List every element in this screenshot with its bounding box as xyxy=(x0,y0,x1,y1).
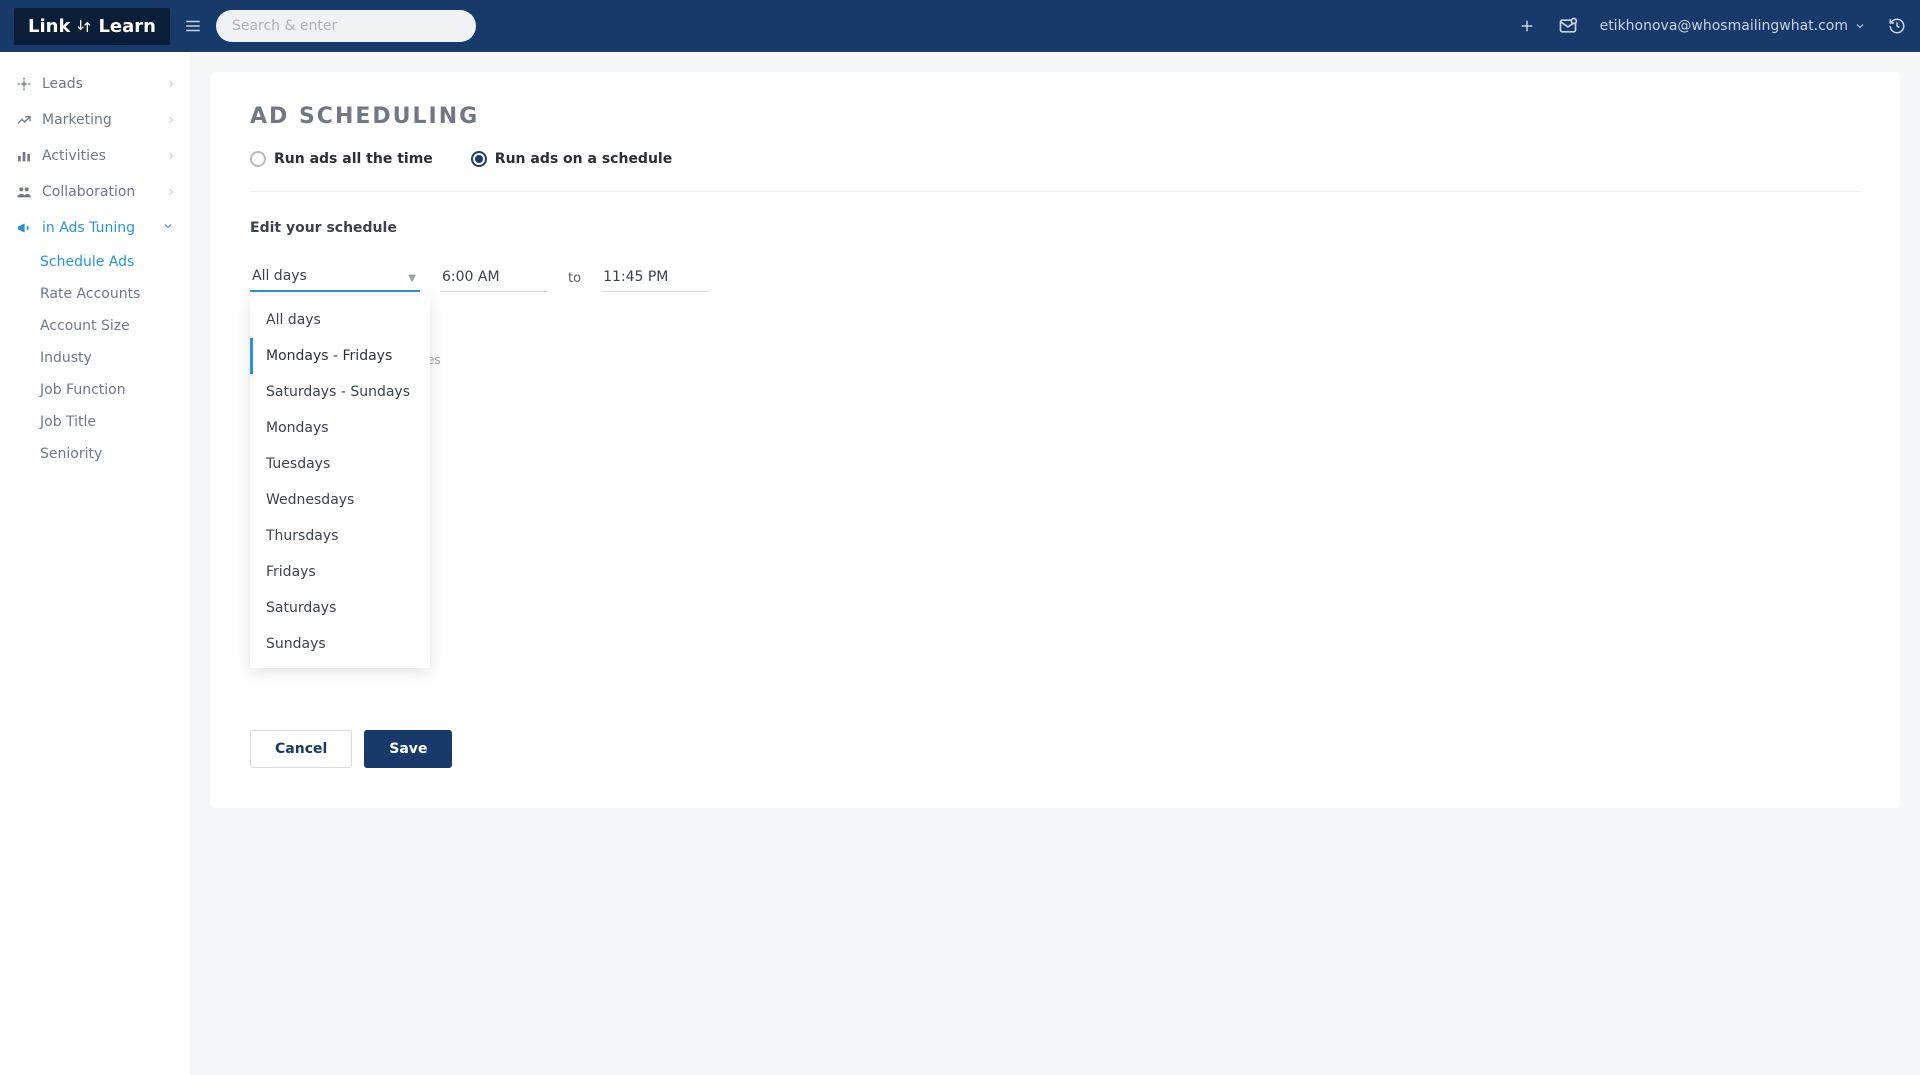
dropdown-option[interactable]: Tuesdays xyxy=(250,446,430,482)
days-dropdown: All days Mondays - Fridays Saturdays - S… xyxy=(250,296,430,668)
radio-label: Run ads all the time xyxy=(274,151,433,167)
sidebar-item-label: Leads xyxy=(42,76,83,92)
brand-part1: Link xyxy=(28,16,70,37)
sidebar-sub-job-function[interactable]: Job Function xyxy=(0,374,190,406)
user-menu[interactable]: etikhonova@whosmailingwhat.com xyxy=(1600,18,1866,34)
time-to-input[interactable] xyxy=(601,265,709,292)
mail-icon[interactable] xyxy=(1558,16,1578,36)
to-label: to xyxy=(568,271,581,292)
sidebar-item-collaboration[interactable]: Collaboration › xyxy=(0,174,190,210)
chevron-right-icon: › xyxy=(168,76,174,92)
megaphone-icon xyxy=(16,220,32,236)
hint-line: ou changed and adds new ones xyxy=(250,351,1860,370)
move-icon xyxy=(16,76,32,92)
brand-logo[interactable]: Link Learn xyxy=(14,8,170,45)
chevron-right-icon: › xyxy=(168,112,174,128)
chevron-down-icon xyxy=(1854,20,1866,32)
sidebar-sub-rate-accounts[interactable]: Rate Accounts xyxy=(0,278,190,310)
chevron-right-icon: › xyxy=(168,148,174,164)
chart-line-icon xyxy=(16,112,32,128)
hint-line: T-05:00) Eastern Time xyxy=(250,332,1860,351)
sidebar-item-label: in Ads Tuning xyxy=(42,220,135,236)
topbar-right: etikhonova@whosmailingwhat.com xyxy=(1518,16,1906,36)
dropdown-option[interactable]: Mondays xyxy=(250,410,430,446)
brand-part2: Learn xyxy=(98,16,156,37)
sidebar-item-label: Collaboration xyxy=(42,184,135,200)
dropdown-option[interactable]: Wednesdays xyxy=(250,482,430,518)
sidebar-sub-seniority[interactable]: Seniority xyxy=(0,438,190,470)
sidebar-sub-job-title[interactable]: Job Title xyxy=(0,406,190,438)
sidebar-sub-schedule-ads[interactable]: Schedule Ads xyxy=(0,246,190,278)
dropdown-option[interactable]: Thursdays xyxy=(250,518,430,554)
dropdown-option[interactable]: Fridays xyxy=(250,554,430,590)
sidebar-item-marketing[interactable]: Marketing › xyxy=(0,102,190,138)
sidebar-item-label: Marketing xyxy=(42,112,112,128)
sidebar-item-ads-tuning[interactable]: in Ads Tuning xyxy=(0,210,190,246)
schedule-row: All days ▼ All days Mondays - Fridays Sa… xyxy=(250,264,1860,292)
save-button[interactable]: Save xyxy=(364,730,452,768)
users-icon xyxy=(16,184,32,200)
section-label: Edit your schedule xyxy=(250,220,1860,236)
user-email: etikhonova@whosmailingwhat.com xyxy=(1600,18,1848,34)
menu-toggle-icon[interactable] xyxy=(184,17,202,35)
page-title: AD SCHEDULING xyxy=(250,104,1860,129)
chevron-down-icon xyxy=(162,220,174,236)
dropdown-option[interactable]: All days xyxy=(250,302,430,338)
sidebar: Leads › Marketing › Activities › Collabo… xyxy=(0,52,190,1075)
chevron-right-icon: › xyxy=(168,184,174,200)
cancel-button[interactable]: Cancel xyxy=(250,730,352,768)
plus-icon[interactable] xyxy=(1518,17,1536,35)
radio-label: Run ads on a schedule xyxy=(495,151,672,167)
radio-icon xyxy=(471,151,487,167)
radio-on-schedule[interactable]: Run ads on a schedule xyxy=(471,151,672,167)
days-select[interactable]: All days xyxy=(250,264,420,292)
time-from-input[interactable] xyxy=(440,265,548,292)
panel: AD SCHEDULING Run ads all the time Run a… xyxy=(210,72,1900,808)
radio-all-time[interactable]: Run ads all the time xyxy=(250,151,433,167)
dropdown-option[interactable]: Mondays - Fridays xyxy=(250,338,430,374)
sidebar-sub-account-size[interactable]: Account Size xyxy=(0,310,190,342)
timezone-hint: T-05:00) Eastern Time ou changed and add… xyxy=(250,332,1860,370)
dropdown-option[interactable]: Sundays xyxy=(250,626,430,662)
bar-chart-icon xyxy=(16,148,32,164)
radio-icon xyxy=(250,151,266,167)
content: AD SCHEDULING Run ads all the time Run a… xyxy=(190,52,1920,1075)
swap-icon xyxy=(76,18,92,34)
sidebar-item-label: Activities xyxy=(42,148,106,164)
dropdown-option[interactable]: Saturdays xyxy=(250,590,430,626)
sidebar-item-activities[interactable]: Activities › xyxy=(0,138,190,174)
form-actions: Cancel Save xyxy=(250,730,1860,768)
schedule-mode-radios: Run ads all the time Run ads on a schedu… xyxy=(250,151,1860,192)
sidebar-sub-industry[interactable]: Industy xyxy=(0,342,190,374)
dropdown-option[interactable]: Saturdays - Sundays xyxy=(250,374,430,410)
sidebar-item-leads[interactable]: Leads › xyxy=(0,66,190,102)
search-input[interactable] xyxy=(216,10,476,42)
topbar: Link Learn etikhonova@whosmailingwhat.co… xyxy=(0,0,1920,52)
history-icon[interactable] xyxy=(1888,17,1906,35)
